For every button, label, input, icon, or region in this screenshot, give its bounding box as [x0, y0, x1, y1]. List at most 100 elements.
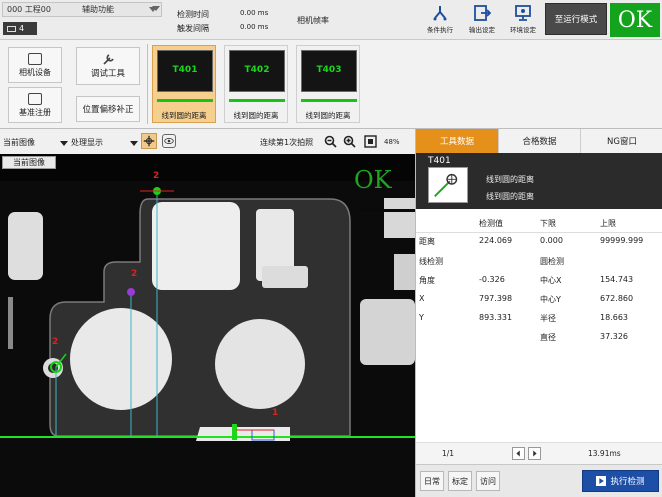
process-display-select[interactable]: 处理显示	[71, 137, 103, 148]
monitor-icon	[515, 5, 531, 21]
table-row: 角度 -0.326 中心X 154.743	[416, 270, 662, 290]
marker-label: 2	[52, 337, 59, 347]
row-name: Y	[419, 313, 424, 322]
aux-menu-label: 辅助功能	[82, 5, 114, 14]
row-name: X	[419, 294, 425, 303]
tool-card-label: 线到圆的距离	[305, 111, 351, 120]
aux-menu[interactable]: 辅助功能	[66, 2, 164, 17]
status-bar: 1/1 13.91ms	[416, 442, 662, 464]
overlay-result: OK	[354, 166, 392, 194]
tool-card-id: T402	[244, 65, 270, 75]
camera-settings-button[interactable]: 相机设备	[8, 47, 62, 83]
debug-tool-button[interactable]: 调试工具	[76, 47, 140, 85]
tool-thumbnail: T402	[229, 50, 285, 92]
tool-status-bar	[157, 99, 213, 102]
tool-name: 线到圆的距离	[486, 175, 534, 184]
environment-button[interactable]: 环境设定	[503, 3, 543, 37]
scene-tab-label: 4	[19, 24, 25, 33]
tool-row: 相机设备 基准注册 调试工具 位置偏移补正 T401 线到圆的距离 T402 线…	[0, 40, 662, 129]
table-row: X 797.398 中心Y 672.860	[416, 289, 662, 309]
row-value: 797.398	[479, 294, 513, 303]
tool-card-id: T403	[316, 65, 342, 75]
chevron-down-icon[interactable]	[60, 141, 68, 146]
bottom-button-bar: 日常 标定 访问 执行检测	[416, 464, 662, 497]
fit-icon[interactable]	[364, 135, 377, 148]
row-lower: 中心Y	[540, 295, 561, 304]
next-page-button[interactable]	[528, 447, 541, 460]
row-value: 224.069	[479, 236, 513, 245]
table-row: 直径 37.326	[416, 327, 662, 347]
view-icon-button[interactable]	[162, 134, 176, 148]
row-upper: 18.663	[600, 313, 628, 322]
header-lower: 下限	[540, 219, 556, 228]
table-row: 距离 224.069 0.000 99999.999	[416, 231, 662, 251]
table-row: 线检测 圆检测	[416, 251, 662, 271]
result-indicator: OK	[610, 3, 660, 37]
access-button[interactable]: 访问	[476, 471, 500, 491]
condition-button[interactable]: 条件执行	[420, 3, 460, 37]
tool-status-bar	[301, 99, 357, 102]
chevron-down-icon	[152, 6, 160, 11]
reference-register-button[interactable]: 基准注册	[8, 87, 62, 123]
reference-register-label: 基准注册	[19, 107, 51, 117]
row-upper: 672.860	[600, 294, 634, 303]
zoom-in-icon[interactable]	[343, 135, 356, 148]
run-mode-button[interactable]: 至运行模式	[545, 3, 607, 35]
row-upper: 37.326	[600, 332, 628, 341]
camera-fps-label: 相机帧率	[297, 16, 329, 25]
camera-icon	[28, 52, 42, 65]
chevron-down-icon[interactable]	[130, 141, 138, 146]
zoom-level: 48%	[384, 138, 400, 146]
header-upper: 上限	[600, 219, 616, 228]
row-name: 角度	[419, 276, 435, 285]
trigger-interval-value: 0.00 ms	[240, 23, 269, 31]
current-image-select[interactable]: 当前图像	[3, 137, 35, 148]
move-tool-button[interactable]	[141, 133, 157, 149]
image-view[interactable]: 当前图像 OK 2 2 2 1	[0, 154, 415, 497]
tool-card-t403[interactable]: T403 线到圆的距离	[296, 45, 360, 123]
scene-tab[interactable]: 4	[3, 22, 37, 35]
output-icon	[474, 5, 491, 21]
row-value: -0.326	[479, 275, 505, 284]
zoom-out-icon[interactable]	[324, 135, 337, 148]
row-value: 893.331	[479, 313, 513, 322]
elapsed-time: 13.91ms	[588, 449, 621, 458]
marker-label: 2	[131, 269, 138, 279]
calibration-button[interactable]: 标定	[448, 471, 472, 491]
row-upper: 154.743	[600, 275, 634, 284]
row-lower: 0.000	[540, 236, 563, 245]
debug-tool-label: 调试工具	[90, 69, 125, 79]
tool-card-t401[interactable]: T401 线到圆的距离	[152, 45, 216, 123]
row-name: 线检测	[419, 257, 443, 266]
condition-icon	[433, 6, 447, 21]
marker-label: 1	[272, 408, 279, 418]
tool-card-label: 线到圆的距离	[233, 111, 279, 120]
tab-pass-data[interactable]: 合格数据	[498, 129, 580, 153]
image-label: 当前图像	[2, 156, 56, 169]
table-row: Y 893.331 半径 18.663	[416, 308, 662, 328]
row-name: 距离	[419, 237, 435, 246]
tool-status-bar	[229, 99, 285, 102]
chevron-right-icon	[533, 450, 537, 457]
output-button[interactable]: 输出设定	[462, 3, 502, 37]
tool-thumbnail: T403	[301, 50, 357, 92]
app-window: 000 工程00 辅助功能 4 检测时间 0.00 ms 触发间隔 0.00 m…	[0, 0, 662, 497]
tool-subname: 线到圆的距离	[486, 192, 534, 201]
table-header: 检测值 下限 上限	[416, 213, 662, 233]
detect-time-label: 检测时间	[177, 10, 209, 19]
position-compensation-button[interactable]: 位置偏移补正	[76, 96, 140, 122]
camera-image	[0, 154, 415, 497]
top-bar: 000 工程00 辅助功能 4 检测时间 0.00 ms 触发间隔 0.00 m…	[0, 0, 662, 40]
prev-page-button[interactable]	[512, 447, 525, 460]
toolbar-divider	[147, 44, 148, 124]
tool-card-t402[interactable]: T402 线到圆的距离	[224, 45, 288, 123]
tab-tool-data[interactable]: 工具数据	[416, 129, 498, 153]
tab-ng-window[interactable]: NG窗口	[580, 129, 662, 153]
capture-status: 连续第1次拍照	[260, 138, 314, 147]
register-icon	[28, 92, 42, 105]
marker-label: 2	[153, 171, 160, 181]
crosshair-icon	[143, 135, 155, 147]
daily-button[interactable]: 日常	[420, 471, 444, 491]
result-panel: 工具数据 合格数据 NG窗口 T401 线到圆的距离 线到圆的距离 检测值 下限…	[415, 129, 662, 497]
execute-detection-button[interactable]: 执行检测	[582, 470, 659, 492]
